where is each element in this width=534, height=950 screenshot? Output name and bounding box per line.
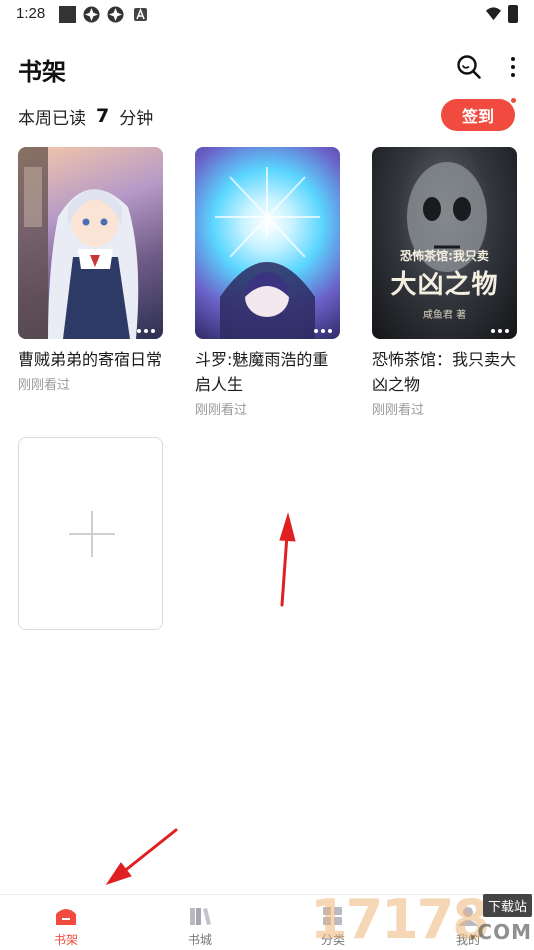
book-card[interactable]: 曹贼弟弟的寄宿日常 刚刚看过 xyxy=(18,147,163,393)
checkin-button[interactable]: 签到 xyxy=(441,99,515,131)
status-time: 1:28 xyxy=(16,5,46,22)
stats-unit: 分钟 xyxy=(119,108,154,129)
nav-label: 书城 xyxy=(187,933,212,947)
watermark-digits: 17178 xyxy=(310,888,490,950)
book-last-read: 刚刚看过 xyxy=(18,378,71,393)
wifi-icon xyxy=(485,7,502,21)
book-title: 斗罗:魅魔雨浩的重启人生 xyxy=(195,350,329,394)
nav-label: 书架 xyxy=(53,933,78,947)
book-more-icon[interactable] xyxy=(491,329,509,333)
a-icon xyxy=(134,8,147,21)
bookstore-icon xyxy=(190,908,211,925)
plus-icon xyxy=(91,511,93,557)
page-title: 书架 xyxy=(18,58,66,86)
bookshelf-icon xyxy=(56,909,76,925)
stats-prefix: 本周已读 xyxy=(18,108,86,129)
cover-illustration xyxy=(18,147,139,339)
cover-title: 恐怖茶馆:我只卖 大凶之物 xyxy=(390,249,499,300)
book-cover[interactable] xyxy=(195,147,340,339)
disc-icon xyxy=(83,6,100,23)
weekly-reading-stats: 本周已读 7 分钟 xyxy=(18,100,153,132)
header: 书架 xyxy=(0,48,534,88)
cover-author: 咸鱼君 著 xyxy=(422,310,467,321)
book-card[interactable]: 斗罗:魅魔雨浩的重启人生 刚刚看过 xyxy=(195,147,340,418)
book-more-icon[interactable] xyxy=(137,329,155,333)
book-last-read: 刚刚看过 xyxy=(195,403,248,418)
book-cover[interactable]: 恐怖茶馆:我只卖 大凶之物 咸鱼君 著 xyxy=(372,147,517,339)
book-card[interactable]: 恐怖茶馆:我只卖 大凶之物 咸鱼君 著 恐怖茶馆：我只卖大凶之物 刚刚看过 xyxy=(372,147,517,418)
book-cover[interactable] xyxy=(18,147,163,339)
notification-dot xyxy=(510,97,517,104)
book-title: 恐怖茶馆：我只卖大凶之物 xyxy=(372,350,517,394)
battery-icon xyxy=(508,5,518,23)
more-vertical-icon[interactable] xyxy=(506,54,520,80)
add-book-button[interactable] xyxy=(18,437,163,630)
disc-icon xyxy=(107,6,124,23)
nav-bookstore[interactable]: 书城 xyxy=(150,895,250,950)
square-icon xyxy=(59,6,76,23)
watermark: 17178 下载站 .COM xyxy=(310,890,534,950)
cover-illustration xyxy=(215,167,320,339)
nav-bookshelf[interactable]: 书架 xyxy=(16,895,116,950)
book-title: 曹贼弟弟的寄宿日常 xyxy=(18,350,163,369)
stats-minutes: 7 xyxy=(96,105,110,127)
watermark-suffix: .COM xyxy=(468,920,532,944)
book-more-icon[interactable] xyxy=(314,329,332,333)
status-bar: 1:28 xyxy=(0,0,534,30)
watermark-badge: 下载站 xyxy=(482,894,532,917)
search-icon[interactable] xyxy=(456,54,482,80)
book-last-read: 刚刚看过 xyxy=(372,403,425,418)
